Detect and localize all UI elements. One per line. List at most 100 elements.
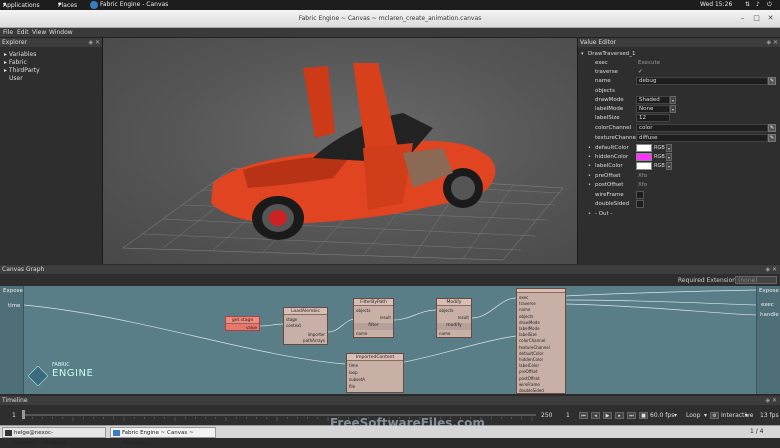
stop-icon[interactable]: ■ bbox=[639, 412, 648, 419]
fabric-app-icon bbox=[90, 1, 98, 9]
explorer-item-fabric[interactable]: ▸ Fabric bbox=[4, 59, 27, 66]
labelcolor-swatch[interactable] bbox=[636, 162, 652, 170]
mode-select[interactable]: Interactive bbox=[721, 412, 753, 419]
timeline-title: Timeline bbox=[2, 397, 28, 404]
explorer-item-thirdparty[interactable]: ▸ ThirdParty bbox=[4, 67, 40, 74]
maximize-icon[interactable]: □ bbox=[752, 14, 761, 23]
labelsize-field[interactable]: 12 bbox=[636, 114, 670, 122]
explorer-title: Explorer bbox=[2, 39, 27, 46]
go-end-icon[interactable]: ⏭ bbox=[627, 412, 636, 419]
timeline-end[interactable]: 250 bbox=[541, 412, 552, 419]
row-objects: objects bbox=[595, 88, 615, 94]
panel-close-icon[interactable]: ◈ ✕ bbox=[765, 397, 777, 404]
name-field[interactable]: debug bbox=[636, 77, 768, 85]
port-traverse[interactable]: traverse bbox=[519, 301, 536, 306]
panel-close-icon[interactable]: ◈ ✕ bbox=[88, 38, 100, 47]
node-draw-traversed[interactable]: exec traverse name objects drawMode labelMode… bbox=[516, 288, 566, 394]
port-labelsize[interactable]: labelSize bbox=[519, 332, 537, 337]
chevron-down-icon[interactable]: ▾ bbox=[670, 105, 676, 113]
chevron-down-icon[interactable]: ▾ bbox=[674, 412, 677, 419]
timeline-frame[interactable]: 1 bbox=[566, 412, 570, 419]
row-hiddencolor: • hiddenColor RGB ▾ bbox=[588, 153, 672, 161]
wireframe-checkbox[interactable] bbox=[636, 191, 644, 199]
close-icon[interactable]: ✕ bbox=[766, 14, 775, 23]
node-modify[interactable]: Modify objects result modify name bbox=[436, 298, 472, 338]
chevron-down-icon[interactable]: ▾ bbox=[670, 96, 676, 104]
mclaren-car-model bbox=[211, 63, 496, 240]
chevron-down-icon[interactable]: ▾ bbox=[666, 162, 672, 170]
port-preoffset[interactable]: preOffset bbox=[519, 369, 538, 374]
workspace-indicator[interactable]: 1 / 4 bbox=[750, 428, 763, 435]
port-doublesided[interactable]: doubleSided bbox=[519, 388, 544, 393]
applications-menu[interactable]: Applications ▾ bbox=[3, 1, 40, 9]
explorer-item-variables[interactable]: ▸ Variables bbox=[4, 51, 36, 58]
timeline-header: Timeline ◈ ✕ bbox=[0, 396, 780, 405]
timeline-start[interactable]: 1 bbox=[12, 412, 16, 419]
power-icon[interactable]: ⏻ bbox=[767, 1, 772, 9]
node-filter-by-path[interactable]: FilterByPath objects result filter name bbox=[353, 298, 394, 338]
port-defaultcolor[interactable]: defaultColor bbox=[519, 351, 544, 356]
node-get-stage[interactable]: get stage value bbox=[225, 316, 260, 331]
edit-icon[interactable]: ✎ bbox=[768, 134, 776, 142]
step-forward-icon[interactable]: ▸ bbox=[615, 412, 624, 419]
canvas-graph-area[interactable]: Expose time Expose exec handle FABRIC EN… bbox=[0, 286, 780, 394]
node-imported-content[interactable]: ImportedContent time loop subsetA file bbox=[346, 353, 404, 393]
menubar: File Edit View Window bbox=[0, 28, 780, 38]
task-terminal[interactable]: helge@nexoc-centos7:~/Desktop... bbox=[2, 427, 106, 446]
port-name[interactable]: name bbox=[519, 307, 530, 312]
texturechannel-field[interactable]: diffuse bbox=[636, 134, 768, 142]
expand-icon[interactable]: ▾ bbox=[581, 51, 584, 57]
port-labelcolor[interactable]: labelColor bbox=[519, 363, 539, 368]
settings-icon[interactable]: ⚙ bbox=[710, 412, 719, 419]
drawmode-select[interactable]: Shaded bbox=[636, 96, 670, 104]
port-texturechannel[interactable]: textureChannel bbox=[519, 345, 550, 350]
edit-icon[interactable]: ✎ bbox=[768, 124, 776, 132]
active-app-label[interactable]: Fabric Engine - Canvas bbox=[100, 1, 168, 8]
task-canvas[interactable]: Fabric Engine ~ Canvas ~ mclaren... bbox=[110, 427, 216, 446]
chevron-down-icon[interactable]: ▾ bbox=[704, 412, 707, 419]
panel-close-icon[interactable]: ◈ ✕ bbox=[765, 266, 777, 273]
3d-viewport[interactable] bbox=[103, 38, 577, 264]
node-title: ImportedContent bbox=[347, 354, 403, 361]
port-wireframe[interactable]: wireFrame bbox=[519, 382, 540, 387]
hiddencolor-swatch[interactable] bbox=[636, 153, 652, 161]
labelmode-select[interactable]: None bbox=[636, 105, 670, 113]
explorer-item-user[interactable]: User bbox=[9, 75, 23, 82]
menu-edit[interactable]: Edit bbox=[17, 29, 29, 36]
node-load-alembic[interactable]: LoadAlembic stage context importer pathA… bbox=[283, 307, 328, 345]
step-back-icon[interactable]: ◂ bbox=[591, 412, 600, 419]
port-hiddencolor[interactable]: hiddenColor bbox=[519, 357, 543, 362]
minimize-icon[interactable]: – bbox=[738, 14, 747, 23]
doublesided-checkbox[interactable] bbox=[636, 200, 644, 208]
port-drawmode[interactable]: drawMode bbox=[519, 320, 540, 325]
chevron-down-icon[interactable]: ▾ bbox=[666, 144, 672, 152]
row-exec: exec Execute bbox=[595, 60, 660, 66]
edit-icon[interactable]: ✎ bbox=[768, 77, 776, 85]
port-colorchannel[interactable]: colorChannel bbox=[519, 338, 545, 343]
chevron-down-icon[interactable]: ▾ bbox=[745, 412, 748, 419]
places-menu[interactable]: Places ▾ bbox=[58, 1, 77, 9]
port-postoffset[interactable]: postOffset bbox=[519, 376, 540, 381]
menu-window[interactable]: Window bbox=[49, 29, 73, 36]
traverse-checkbox[interactable]: ✓ bbox=[638, 69, 643, 75]
port-objects[interactable]: objects bbox=[519, 314, 533, 319]
bullet-icon: • bbox=[588, 163, 591, 169]
volume-icon[interactable]: ♪ bbox=[756, 1, 760, 8]
required-extensions-field[interactable]: (none) bbox=[735, 276, 777, 284]
fps-select[interactable]: 60.0 fps bbox=[650, 412, 674, 419]
network-icon[interactable]: ⇅ bbox=[745, 1, 750, 8]
menu-file[interactable]: File bbox=[3, 29, 13, 36]
clock[interactable]: Wed 15:26 bbox=[700, 1, 732, 8]
panel-close-icon[interactable]: ◈ ✕ bbox=[766, 38, 778, 47]
menu-view[interactable]: View bbox=[32, 29, 46, 36]
node-row[interactable]: ▾ DrawTraversed_1 bbox=[578, 50, 780, 59]
loop-select[interactable]: Loop bbox=[686, 412, 700, 419]
port-exec[interactable]: exec bbox=[519, 295, 528, 300]
port-labelmode[interactable]: labelMode bbox=[519, 326, 540, 331]
go-start-icon[interactable]: ⏮ bbox=[579, 412, 588, 419]
play-icon[interactable]: ▶ bbox=[603, 412, 612, 419]
row-drawmode: drawMode Shaded ▾ bbox=[595, 96, 676, 104]
colorchannel-field[interactable]: color bbox=[636, 124, 768, 132]
defaultcolor-swatch[interactable] bbox=[636, 144, 652, 152]
chevron-down-icon[interactable]: ▾ bbox=[666, 153, 672, 161]
